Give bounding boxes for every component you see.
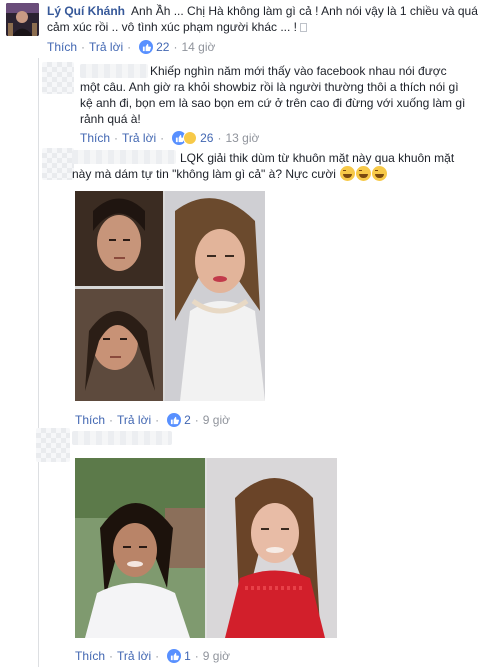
reply1-line4: rảnh quá à! <box>80 112 141 126</box>
reply2-photo-collage[interactable] <box>75 191 265 401</box>
reply2-like-button[interactable]: Thích <box>75 413 105 427</box>
reply1-line1: Khiếp nghìn năm mới thấy vào facebook nh… <box>150 64 447 78</box>
reply3-time[interactable]: 9 giờ <box>203 649 230 663</box>
like-icon <box>139 40 154 54</box>
reply3-photo-collage[interactable] <box>75 458 337 638</box>
reply2-reactions[interactable]: 2 <box>167 413 191 427</box>
separator-dot: · <box>194 649 199 663</box>
reply2-actions: Thích · Trả lời · 2 · 9 giờ <box>75 412 230 428</box>
like-icon <box>167 413 182 427</box>
avatar-ly-qui-khanh[interactable] <box>6 3 39 36</box>
reply3-reaction-count: 1 <box>184 649 191 663</box>
reply2-reply-button[interactable]: Trả lời <box>117 413 151 427</box>
separator-dot: · <box>109 649 114 663</box>
separator-dot: · <box>160 131 165 145</box>
reply1-actions: Thích · Trả lời · 26 · 13 giờ <box>80 130 259 146</box>
comment1-reactions[interactable]: 22 <box>139 40 169 54</box>
comment1-text-line1: Anh Ầh ... Chị Hà không làm gì cả ! Anh … <box>131 4 478 18</box>
reply2-line2: này mà dám tự tin "không làm gì cả" à? N… <box>72 167 336 181</box>
comment1-reaction-count: 22 <box>156 40 170 54</box>
separator-dot: · <box>127 40 132 54</box>
separator-dot: · <box>114 131 119 145</box>
laughing-emoji-icon <box>356 166 372 181</box>
separator-dot: · <box>81 40 86 54</box>
reply3-author-blurred[interactable] <box>72 431 172 445</box>
edit-history-icon[interactable] <box>300 23 308 32</box>
reply2-line1: LQK giải thik dùm từ khuôn mặt này qua k… <box>180 151 455 165</box>
comment1-text-line2: cảm xúc rồi .. vô tình xúc phạm người kh… <box>47 20 298 34</box>
laughing-emoji-icon <box>372 166 388 181</box>
separator-dot: · <box>155 649 160 663</box>
reply1-line2: một câu. Anh giờ ra khỏi showbiz rồi là … <box>80 80 459 94</box>
reply1-like-button[interactable]: Thích <box>80 131 110 145</box>
comment1-actions: Thích · Trả lời · 22 · 14 giờ <box>47 39 215 55</box>
reply1-line3: kệ anh đi, bọn em là sao bọn em cứ ở trê… <box>80 96 466 110</box>
comment1-body: Lý Quí Khánh Anh Ầh ... Chị Hà không làm… <box>47 3 487 35</box>
reply1-reply-button[interactable]: Trả lời <box>122 131 156 145</box>
separator-dot: · <box>217 131 222 145</box>
avatar-reply2-blurred[interactable] <box>42 148 74 180</box>
reply1-body: Khiếp nghìn năm mới thấy vào facebook nh… <box>80 63 490 127</box>
reply-thread-line <box>38 58 39 667</box>
reply2-time[interactable]: 9 giờ <box>203 413 230 427</box>
separator-dot: · <box>155 413 160 427</box>
haha-icon <box>183 131 198 145</box>
separator-dot: · <box>194 413 199 427</box>
reply1-time[interactable]: 13 giờ <box>225 131 259 145</box>
reply2-reaction-count: 2 <box>184 413 191 427</box>
avatar-reply1-blurred[interactable] <box>42 62 74 94</box>
laughing-emoji-icon <box>340 166 356 181</box>
reply3-reply-button[interactable]: Trả lời <box>117 649 151 663</box>
reply3-actions: Thích · Trả lời · 1 · 9 giờ <box>75 648 230 664</box>
reply2-body: LQK giải thik dùm từ khuôn mặt này qua k… <box>72 150 490 182</box>
comment1-reply-button[interactable]: Trả lời <box>89 40 123 54</box>
reply3-like-button[interactable]: Thích <box>75 649 105 663</box>
reply1-reaction-count: 26 <box>200 131 214 145</box>
reply1-reactions[interactable]: 26 <box>172 131 213 145</box>
avatar-reply3-blurred[interactable] <box>36 428 70 462</box>
comment1-author[interactable]: Lý Quí Khánh <box>47 4 125 18</box>
separator-dot: · <box>173 40 178 54</box>
comment1-like-button[interactable]: Thích <box>47 40 77 54</box>
like-icon <box>167 649 182 663</box>
reply3-reactions[interactable]: 1 <box>167 649 191 663</box>
separator-dot: · <box>109 413 114 427</box>
comment1-time[interactable]: 14 giờ <box>181 40 215 54</box>
